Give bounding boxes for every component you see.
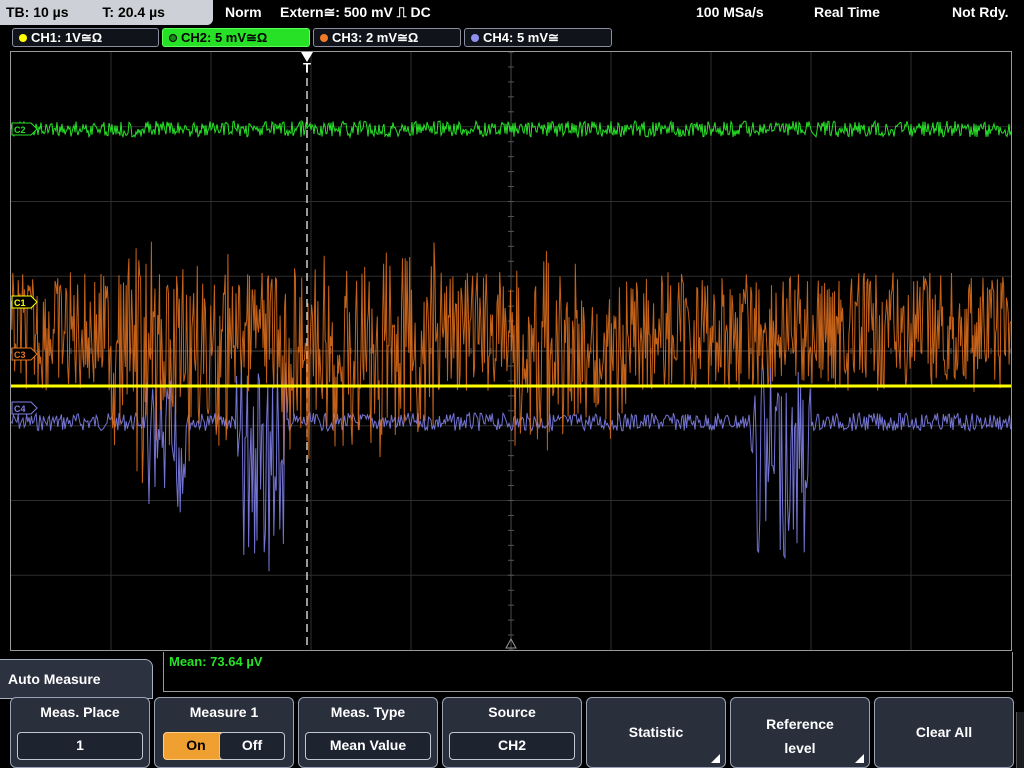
channel-tab-ch3[interactable]: CH3: 2 mV≅Ω [313, 28, 461, 47]
marker-c2[interactable]: C2 [11, 122, 38, 136]
timebase-box[interactable]: TB: 10 µs T: 20.4 µs [0, 0, 213, 25]
ch4-color-dot-icon [471, 34, 479, 42]
source-label: Source [488, 704, 536, 720]
menu-scroll-indicator [1016, 712, 1024, 768]
channel-tab-ch2[interactable]: CH2: 5 mV≅Ω [162, 28, 310, 47]
reference-level-label-line2: level [784, 740, 816, 756]
marker-label-c1: C1 [14, 298, 26, 308]
trigger-mode[interactable]: Norm [225, 0, 262, 25]
acquisition-mode: Real Time [814, 4, 880, 20]
meas-type-label: Meas. Type [330, 704, 406, 720]
sample-rate: 100 MSa/s [696, 4, 764, 20]
trigger-source[interactable]: Extern≅: 500 mV ⎍ DC [280, 0, 431, 25]
channel-tab-ch1[interactable]: CH1: 1V≅Ω [12, 28, 159, 47]
submenu-corner-icon [711, 754, 720, 763]
timebase-label: TB: 10 µs [6, 4, 69, 20]
statistic-label: Statistic [628, 724, 684, 740]
menu-title: Auto Measure [0, 659, 153, 699]
clear-all-label: Clear All [915, 724, 973, 740]
marker-label-c2: C2 [14, 125, 26, 135]
reference-level-label-line1: Reference [766, 716, 834, 732]
measure1-softkey[interactable]: Measure 1 On Off [154, 697, 294, 768]
channel-tab-ch4[interactable]: CH4: 5 mV≅ [464, 28, 612, 47]
trigger-position-marker[interactable]: T [301, 52, 313, 74]
ch4-label: CH4: 5 mV≅ [483, 30, 559, 45]
ch2-color-dot-icon [169, 34, 177, 42]
ch3-color-dot-icon [320, 34, 328, 42]
marker-label-c4: C4 [14, 404, 26, 414]
clear-all-softkey[interactable]: Clear All [874, 697, 1014, 768]
ch2-label: CH2: 5 mV≅Ω [181, 30, 268, 45]
meas-type-softkey[interactable]: Meas. Type Mean Value [298, 697, 438, 768]
waveform-canvas: C2 C1 C3 C4 [11, 52, 1011, 650]
source-value[interactable]: CH2 [449, 732, 575, 760]
measure-off-button[interactable]: Off [219, 732, 285, 760]
marker-c4[interactable]: C4 [11, 401, 38, 415]
measurement-result: Mean: 73.64 µV [169, 654, 263, 669]
meas-place-label: Meas. Place [40, 704, 120, 720]
measurement-bar [163, 652, 1013, 692]
meas-place-softkey[interactable]: Meas. Place 1 [10, 697, 150, 768]
status-indicator: Not Rdy. [952, 4, 1009, 20]
marker-c3[interactable]: C3 [11, 347, 38, 361]
source-softkey[interactable]: Source CH2 [442, 697, 582, 768]
meas-type-value[interactable]: Mean Value [305, 732, 431, 760]
ch1-color-dot-icon [19, 34, 27, 42]
ch3-label: CH3: 2 mV≅Ω [332, 30, 419, 45]
trigger-time-label: T: 20.4 µs [102, 4, 165, 20]
statistic-softkey[interactable]: Statistic [586, 697, 726, 768]
waveform-display[interactable]: C2 C1 C3 C4 [10, 51, 1012, 651]
trigger-label: T [303, 60, 311, 75]
ch1-label: CH1: 1V≅Ω [31, 30, 103, 45]
reference-level-softkey[interactable]: Reference level [730, 697, 870, 768]
submenu-corner-icon [855, 754, 864, 763]
measure1-label: Measure 1 [189, 704, 259, 720]
marker-c1[interactable]: C1 [11, 295, 38, 309]
meas-place-value[interactable]: 1 [17, 732, 143, 760]
marker-label-c3: C3 [14, 350, 26, 360]
